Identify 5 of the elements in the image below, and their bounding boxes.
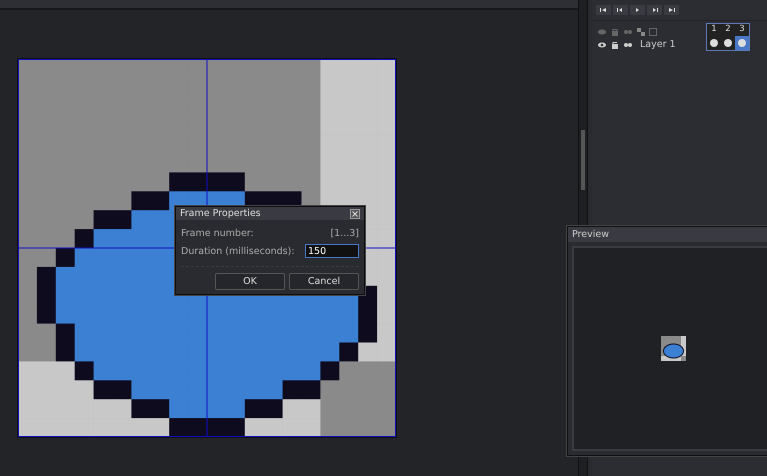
frame-range: [1...3] bbox=[330, 228, 359, 238]
dialog-title: Frame Properties bbox=[180, 208, 261, 219]
field-label: Frame number: bbox=[181, 228, 254, 238]
field-label: Duration (milliseconds): bbox=[181, 246, 295, 256]
preview-title: Preview bbox=[568, 227, 767, 242]
